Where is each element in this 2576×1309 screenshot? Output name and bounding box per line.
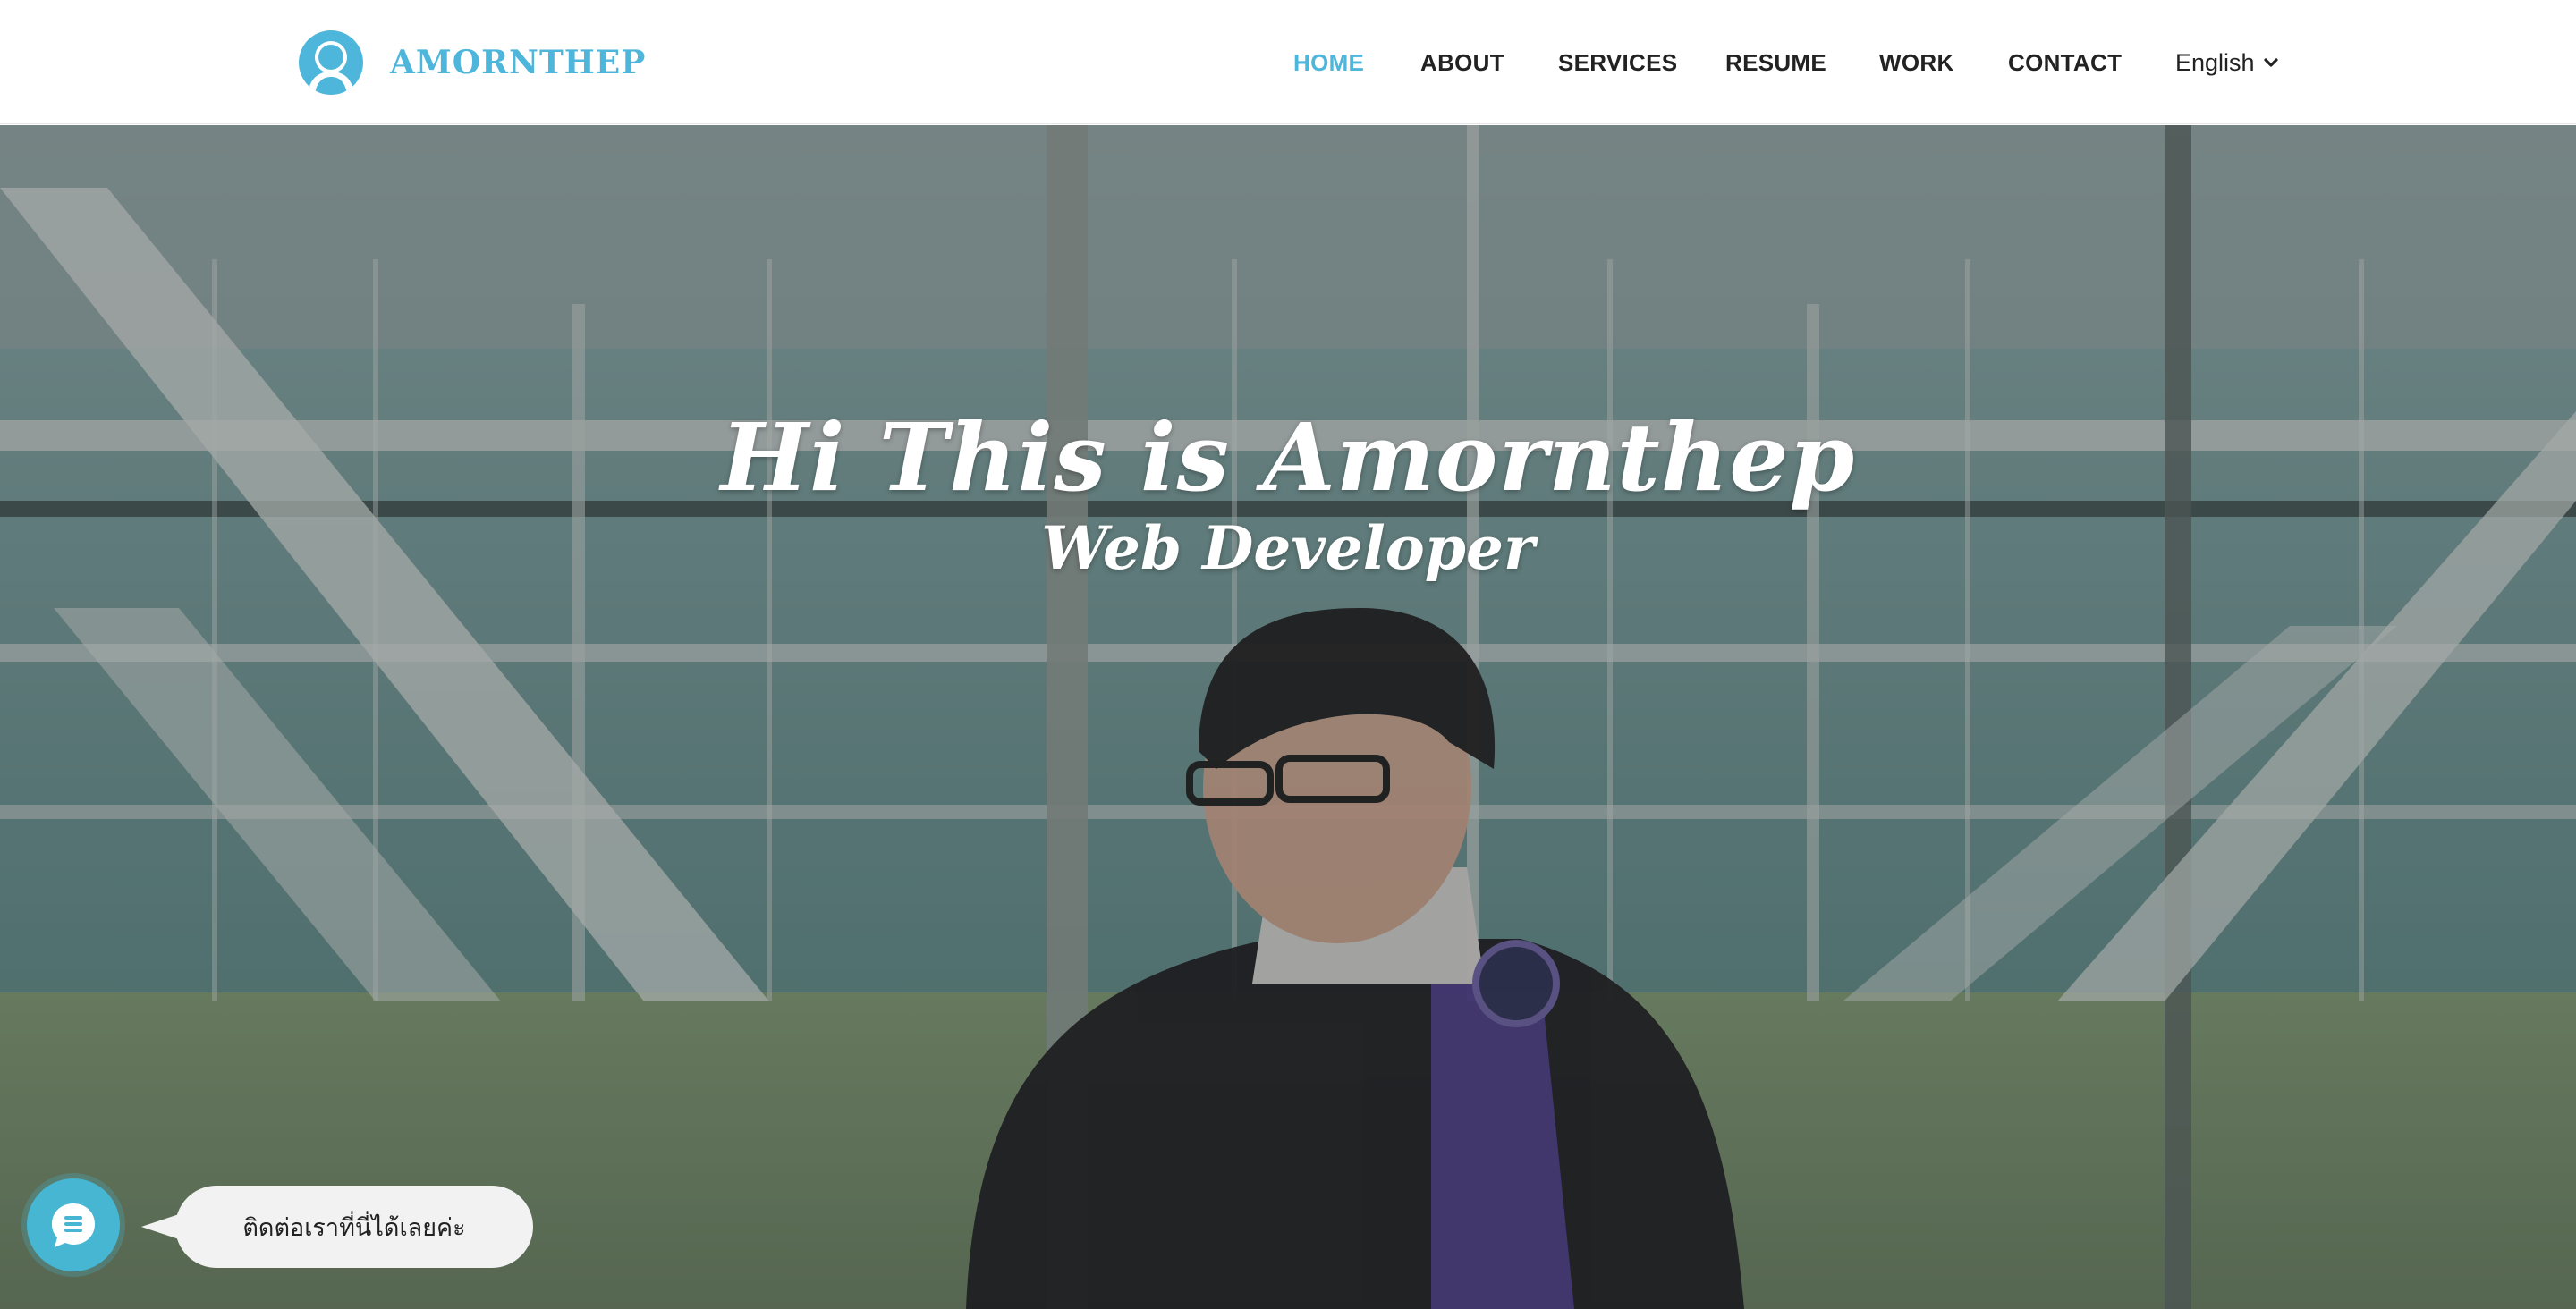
- chat-launcher-button[interactable]: [27, 1178, 120, 1271]
- chevron-down-icon: [2263, 58, 2278, 67]
- chat-bubble-tail: [141, 1214, 179, 1239]
- top-navbar: AMORNTHEP HOME ABOUT SERVICES RESUME WOR…: [0, 0, 2576, 124]
- hero-title: Hi This is Amornthep: [720, 402, 1856, 512]
- nav-item-contact[interactable]: CONTACT: [2008, 38, 2122, 88]
- language-selector[interactable]: English: [2175, 38, 2280, 88]
- hero-section: Hi This is Amornthep Web Developer: [0, 125, 2576, 1309]
- nav-item-work[interactable]: WORK: [1879, 38, 1954, 88]
- nav-item-home[interactable]: HOME: [1293, 38, 1364, 88]
- hero-subtitle: Web Developer: [1041, 513, 1535, 583]
- user-avatar-icon: [299, 30, 363, 95]
- hero-overlay: [0, 125, 2576, 1309]
- chat-prompt-bubble[interactable]: ติดต่อเราที่นี่ได้เลยค่ะ: [175, 1186, 533, 1268]
- chat-prompt-text: ติดต่อเราที่นี่ได้เลยค่ะ: [242, 1213, 466, 1242]
- nav-item-resume[interactable]: RESUME: [1725, 38, 1826, 88]
- chat-icon: [52, 1203, 95, 1247]
- language-label: English: [2175, 49, 2255, 76]
- brand-name: AMORNTHEP: [390, 44, 647, 81]
- nav-item-about[interactable]: ABOUT: [1420, 38, 1504, 88]
- brand-logo-link[interactable]: AMORNTHEP: [299, 27, 646, 98]
- nav-item-services[interactable]: SERVICES: [1558, 38, 1677, 88]
